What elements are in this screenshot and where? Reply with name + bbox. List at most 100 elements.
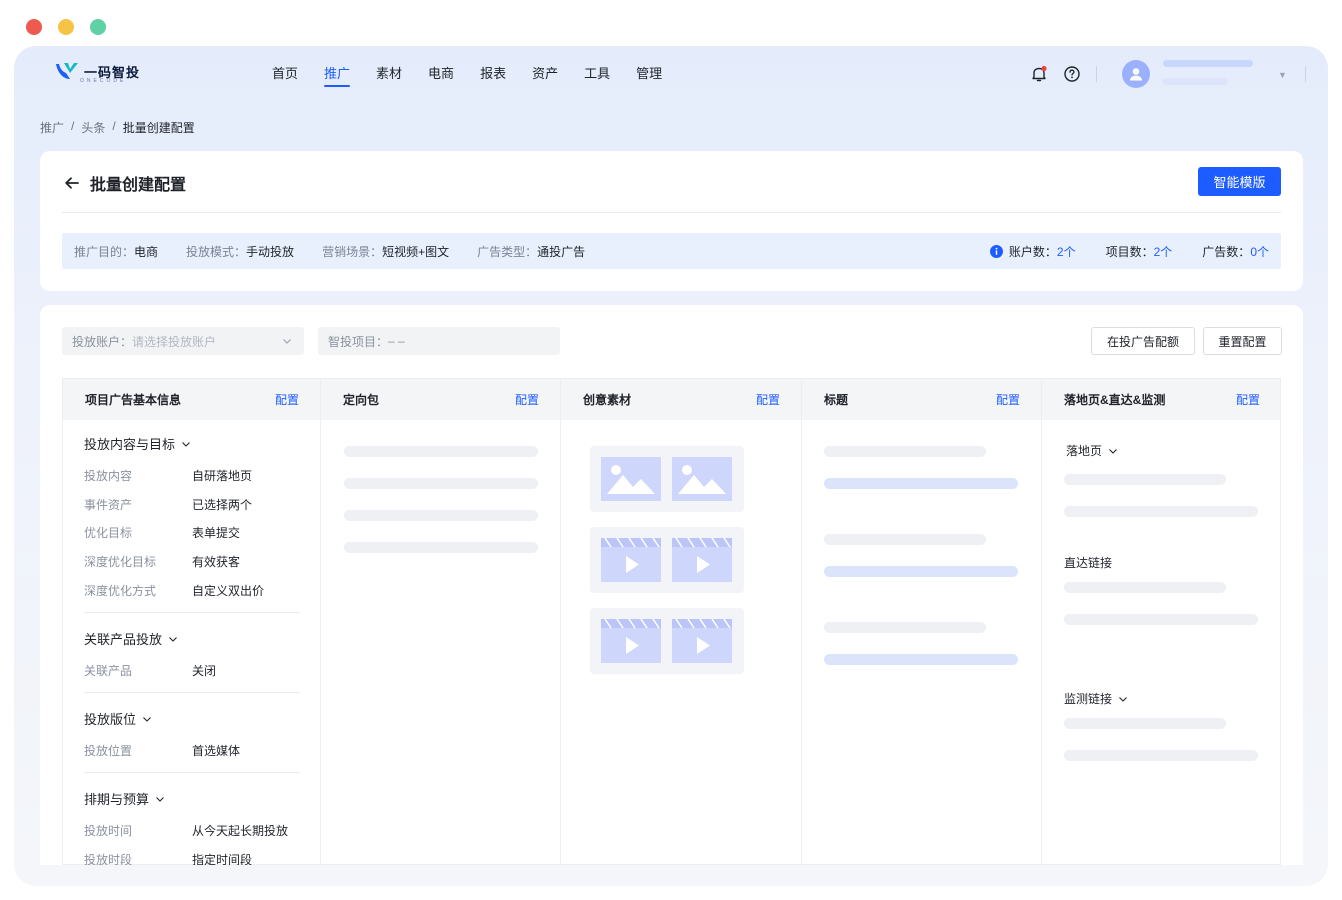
video-placeholder-icon — [601, 619, 661, 663]
section-placement[interactable]: 投放版位 — [84, 709, 152, 728]
app-window: 一码智投 ONECODE 首页 推广 素材 电商 报表 资产 工具 管理 ▼ 推… — [14, 46, 1328, 886]
breadcrumb-item-promotion[interactable]: 推广 — [40, 119, 64, 136]
table-header: 项目广告基本信息 配置 定向包 配置 创意素材 配置 标题 配置 落地页&直达&… — [63, 379, 1280, 420]
toolbar-divider — [1096, 66, 1097, 82]
loading-placeholder — [344, 542, 538, 553]
username-placeholder — [1163, 60, 1253, 67]
chevron-down-icon — [156, 796, 164, 802]
nav-assets[interactable]: 资产 — [519, 46, 571, 102]
monitor-link-section[interactable]: 监测链接 — [1064, 690, 1128, 707]
configure-title-link[interactable]: 配置 — [996, 391, 1020, 408]
section-content-goal[interactable]: 投放内容与目标 — [84, 434, 191, 453]
nav-tools[interactable]: 工具 — [571, 46, 623, 102]
chevron-down-icon — [283, 339, 291, 344]
loading-placeholder — [1064, 750, 1258, 761]
nav-ecommerce[interactable]: 电商 — [415, 46, 467, 102]
section-related-product[interactable]: 关联产品投放 — [84, 629, 178, 648]
column-title: 标题 配置 — [824, 391, 1020, 408]
config-card: 投放账户： 请选择投放账户 智投项目： – – 在投广告配额 重置配置 项目广告… — [40, 305, 1303, 865]
video-placeholder-icon — [672, 619, 732, 663]
configure-basic-link[interactable]: 配置 — [275, 391, 299, 408]
smart-template-button[interactable]: 智能模版 — [1198, 167, 1281, 196]
back-arrow-icon[interactable] — [64, 175, 80, 191]
project-select[interactable]: 智投项目： – – — [318, 327, 560, 355]
section-schedule-budget[interactable]: 排期与预算 — [84, 789, 165, 808]
main-nav: 首页 推广 素材 电商 报表 资产 工具 管理 — [259, 46, 675, 102]
account-select[interactable]: 投放账户： 请选择投放账户 — [62, 327, 304, 355]
loading-placeholder — [344, 510, 538, 521]
loading-placeholder — [824, 622, 986, 633]
close-dot[interactable] — [26, 19, 42, 35]
column-divider — [801, 379, 802, 864]
user-icon — [1129, 68, 1143, 81]
header-divider — [62, 212, 1281, 213]
minimize-dot[interactable] — [58, 19, 74, 35]
loading-placeholder — [1064, 506, 1258, 517]
column-divider — [320, 379, 321, 864]
window-controls — [26, 19, 106, 35]
loading-placeholder — [1064, 582, 1226, 593]
breadcrumb-item-current: 批量创建配置 — [122, 121, 195, 135]
loading-placeholder — [824, 534, 986, 545]
column-creative: 创意素材 配置 — [583, 391, 780, 408]
loading-placeholder — [824, 654, 1018, 665]
image-placeholder-icon — [601, 457, 661, 501]
column-landing: 落地页&直达&监测 配置 — [1064, 391, 1260, 408]
bell-icon[interactable] — [1030, 65, 1048, 83]
section-divider — [84, 612, 300, 613]
nav-materials[interactable]: 素材 — [363, 46, 415, 102]
image-creative-group — [590, 446, 744, 512]
maximize-dot[interactable] — [90, 19, 106, 35]
nav-promotion[interactable]: 推广 — [311, 46, 363, 102]
top-navbar: 一码智投 ONECODE 首页 推广 素材 电商 报表 资产 工具 管理 ▼ — [14, 46, 1328, 102]
accounts-stat: 账户数：2个 — [989, 243, 1076, 260]
loading-placeholder — [1064, 718, 1226, 729]
avatar[interactable] — [1122, 60, 1150, 88]
configure-landing-link[interactable]: 配置 — [1236, 391, 1260, 408]
ad-quota-button[interactable]: 在投广告配额 — [1091, 327, 1195, 355]
adtype-field: 广告类型：通投广告 — [477, 244, 586, 259]
column-targeting: 定向包 配置 — [343, 391, 539, 408]
loading-placeholder — [1064, 474, 1226, 485]
chevron-down-icon — [1119, 696, 1127, 702]
logo-subtitle: ONECODE — [80, 78, 127, 84]
summary-bar: 推广目的：电商 投放模式：手动投放 营销场景：短视频+图文 广告类型：通投广告 … — [62, 233, 1281, 269]
configure-targeting-link[interactable]: 配置 — [515, 391, 539, 408]
video-creative-group — [590, 608, 744, 674]
landing-page-section[interactable]: 落地页 — [1066, 442, 1118, 459]
projects-stat: 项目数：2个 — [1105, 244, 1173, 259]
chevron-down-icon — [169, 636, 177, 642]
config-table: 项目广告基本信息 配置 定向包 配置 创意素材 配置 标题 配置 落地页&直达&… — [62, 378, 1281, 865]
column-basic-info: 项目广告基本信息 配置 — [85, 391, 299, 408]
breadcrumb-item-toutiao[interactable]: 头条 — [81, 119, 105, 136]
header-card: 批量创建配置 智能模版 推广目的：电商 投放模式：手动投放 营销场景：短视频+图… — [40, 151, 1303, 291]
video-placeholder-icon — [672, 538, 732, 582]
video-placeholder-icon — [601, 538, 661, 582]
page-title: 批量创建配置 — [64, 171, 186, 195]
user-role-placeholder — [1163, 78, 1228, 85]
purpose-field: 推广目的：电商 — [74, 244, 159, 259]
loading-placeholder — [1064, 614, 1258, 625]
chevron-down-icon[interactable]: ▼ — [1278, 70, 1287, 80]
column-divider — [1041, 379, 1042, 864]
nav-home[interactable]: 首页 — [259, 46, 311, 102]
section-divider — [84, 692, 300, 693]
chevron-down-icon — [143, 716, 151, 722]
help-icon[interactable] — [1063, 65, 1081, 83]
loading-placeholder — [344, 446, 538, 457]
logo-icon — [56, 63, 78, 79]
direct-link-section[interactable]: 直达链接 — [1064, 554, 1112, 571]
loading-placeholder — [824, 478, 1018, 489]
loading-placeholder — [824, 446, 986, 457]
page-title-text: 批量创建配置 — [90, 177, 187, 194]
nav-reports[interactable]: 报表 — [467, 46, 519, 102]
loading-placeholder — [824, 566, 1018, 577]
video-creative-group — [590, 527, 744, 593]
breadcrumb-separator: / — [112, 119, 116, 133]
chevron-down-icon — [182, 441, 190, 447]
reset-config-button[interactable]: 重置配置 — [1203, 327, 1282, 355]
image-placeholder-icon — [672, 457, 732, 501]
configure-creative-link[interactable]: 配置 — [756, 391, 780, 408]
nav-manage[interactable]: 管理 — [623, 46, 675, 102]
breadcrumb-separator: / — [71, 119, 75, 133]
